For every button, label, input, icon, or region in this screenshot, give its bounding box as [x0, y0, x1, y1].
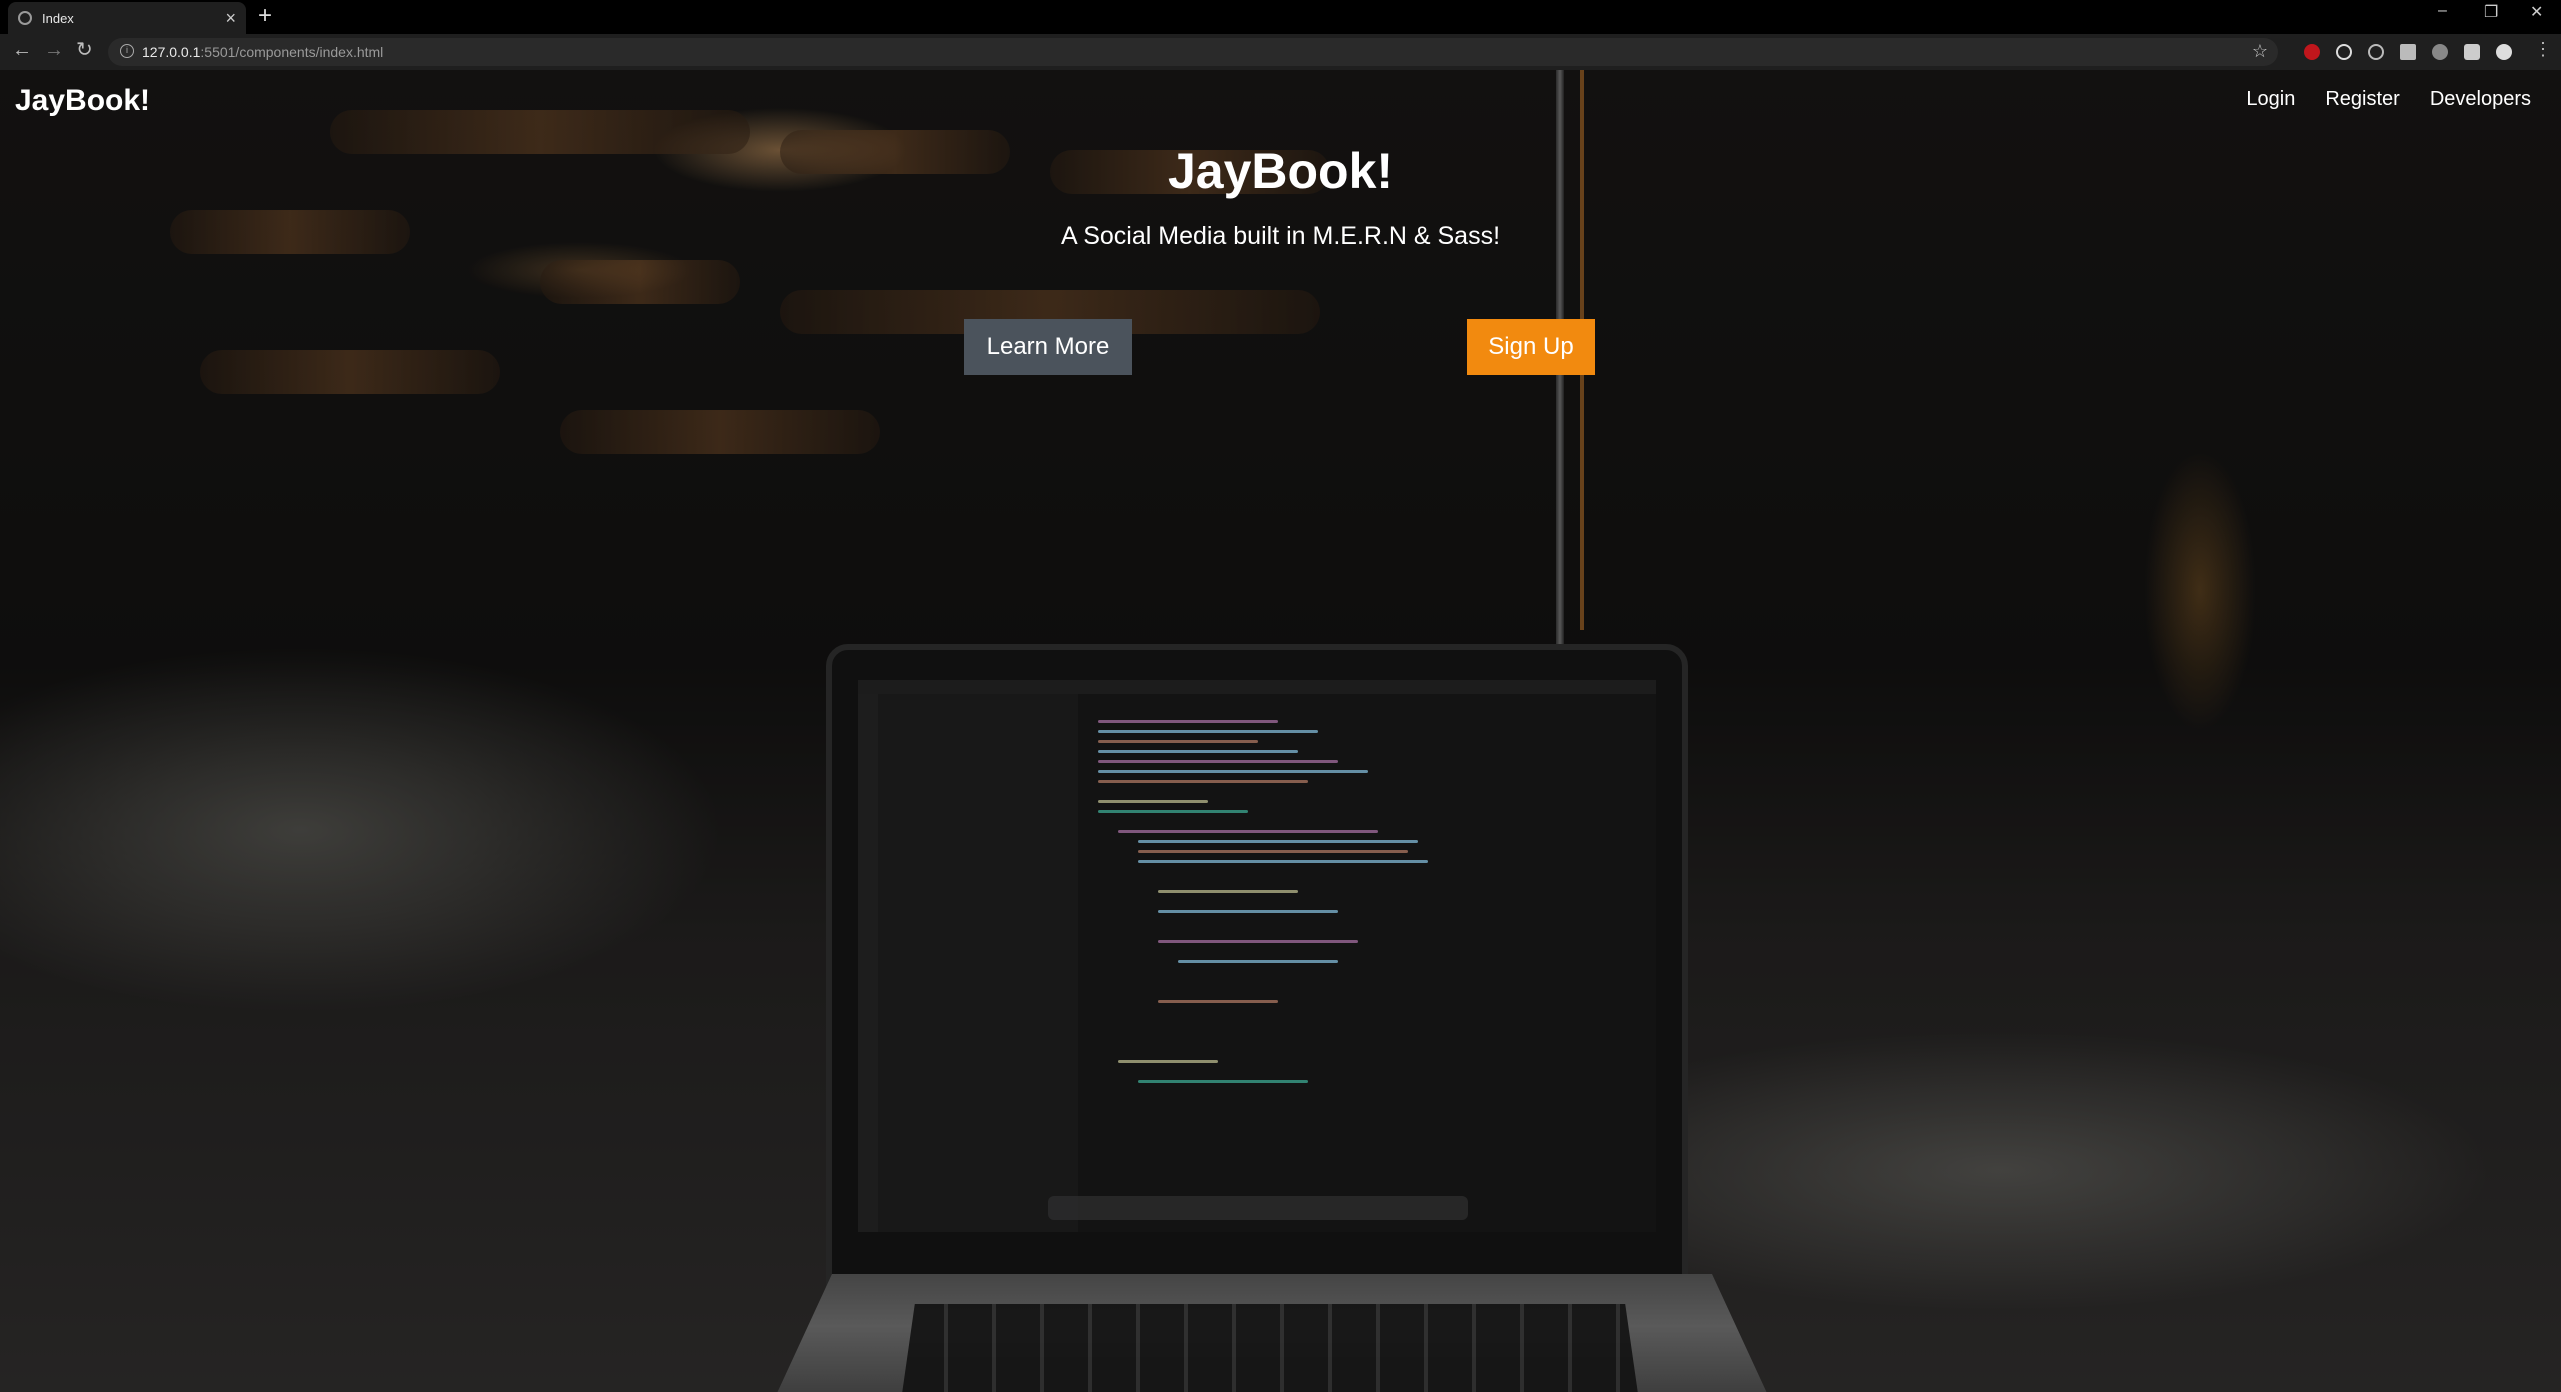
learn-more-button[interactable]: Learn More [964, 319, 1132, 375]
profile-icon[interactable] [2496, 44, 2512, 60]
address-bar[interactable]: i 127.0.0.1:5501/components/index.html ☆ [108, 38, 2278, 66]
sign-up-button[interactable]: Sign Up [1467, 319, 1595, 375]
browser-toolbar: ← → ↻ i 127.0.0.1:5501/components/index.… [0, 34, 2561, 70]
ext-gear-icon[interactable] [2336, 44, 2352, 60]
reload-icon[interactable]: ↻ [76, 40, 93, 60]
dark-overlay [0, 70, 2561, 1392]
minimize-button[interactable]: – [2438, 2, 2447, 20]
bookmark-star-icon[interactable]: ☆ [2252, 41, 2268, 62]
puzzle-icon[interactable] [2464, 44, 2480, 60]
menu-icon[interactable]: ⋮ [2534, 40, 2552, 58]
globe-icon [18, 11, 32, 25]
hero-background: JayBook! Login Register Developers JayBo… [0, 70, 2561, 1392]
ext-globe-icon[interactable] [2432, 44, 2448, 60]
browser-tab-strip: Index × + – ❐ ✕ [0, 0, 2561, 34]
site-info-icon[interactable]: i [120, 44, 134, 58]
nav-register-link[interactable]: Register [2325, 88, 2399, 111]
new-tab-button[interactable]: + [258, 4, 272, 28]
nav-login-link[interactable]: Login [2246, 88, 2295, 111]
nav-developers-link[interactable]: Developers [2430, 88, 2531, 111]
close-tab-icon[interactable]: × [225, 9, 236, 27]
hero-subtitle: A Social Media built in M.E.R.N & Sass! [1060, 222, 1501, 250]
close-window-button[interactable]: ✕ [2530, 2, 2543, 22]
ext-screen-icon[interactable] [2400, 44, 2416, 60]
back-icon[interactable]: ← [12, 40, 32, 60]
brand-logo[interactable]: JayBook! [15, 84, 150, 118]
url-host: 127.0.0.1 [142, 44, 201, 60]
main-nav: Login Register Developers [2246, 88, 2531, 111]
restore-button[interactable]: ❐ [2484, 2, 2498, 22]
browser-tab[interactable]: Index × [8, 2, 246, 34]
ext-red-icon[interactable] [2304, 44, 2320, 60]
url-path: :5501/components/index.html [200, 44, 384, 60]
tab-title: Index [42, 10, 74, 26]
ext-circle-icon[interactable] [2368, 44, 2384, 60]
forward-icon[interactable]: → [44, 40, 64, 60]
hero-title: JayBook! [1167, 143, 1394, 199]
